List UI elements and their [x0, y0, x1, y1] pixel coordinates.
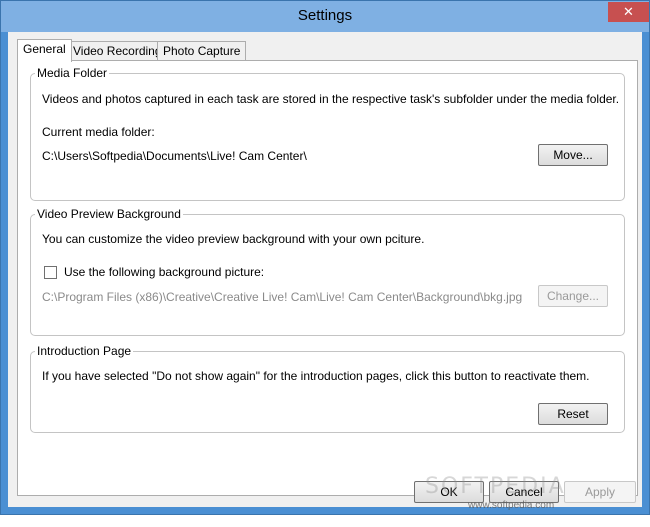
introduction-page-description: If you have selected "Do not show again"… [42, 369, 590, 383]
window-title: Settings [297, 7, 353, 24]
softpedia-watermark-url: www.softpedia.com [468, 500, 555, 511]
media-folder-group-label: Media Folder [35, 66, 110, 80]
introduction-page-group-label: Introduction Page [35, 344, 134, 358]
media-folder-description: Videos and photos captured in each task … [42, 92, 620, 106]
media-folder-group: Media Folder Videos and photos captured … [30, 66, 625, 201]
reset-button[interactable]: Reset [538, 403, 608, 425]
preview-background-description: You can customize the video preview back… [42, 232, 425, 246]
title-bar: Settings ✕ [1, 1, 649, 32]
background-picture-path: C:\Program Files (x86)\Creative\Creative… [42, 290, 523, 304]
apply-button[interactable]: Apply [564, 481, 636, 503]
current-media-folder-path: C:\Users\Softpedia\Documents\Live! Cam C… [42, 149, 307, 163]
introduction-page-group: Introduction Page If you have selected "… [30, 344, 625, 433]
dialog-client-area: General Video Recording Photo Capture Me… [8, 32, 642, 507]
change-button[interactable]: Change... [538, 285, 608, 307]
close-icon[interactable]: ✕ [608, 2, 649, 22]
softpedia-watermark-logo: SOFTPEDIA [425, 474, 566, 499]
use-background-picture-checkbox[interactable] [44, 266, 57, 279]
current-media-folder-label: Current media folder: [42, 125, 155, 139]
move-button[interactable]: Move... [538, 144, 608, 166]
video-preview-background-group: Video Preview Background You can customi… [30, 207, 625, 336]
use-background-picture-label[interactable]: Use the following background picture: [64, 265, 264, 279]
settings-window: Settings ✕ General Video Recording Photo… [0, 0, 650, 515]
tab-video-recording[interactable]: Video Recording [67, 41, 168, 62]
tab-general[interactable]: General [17, 39, 72, 62]
general-tab-panel: Media Folder Videos and photos captured … [17, 60, 638, 496]
video-preview-background-group-label: Video Preview Background [35, 207, 183, 221]
tab-photo-capture[interactable]: Photo Capture [157, 41, 247, 62]
